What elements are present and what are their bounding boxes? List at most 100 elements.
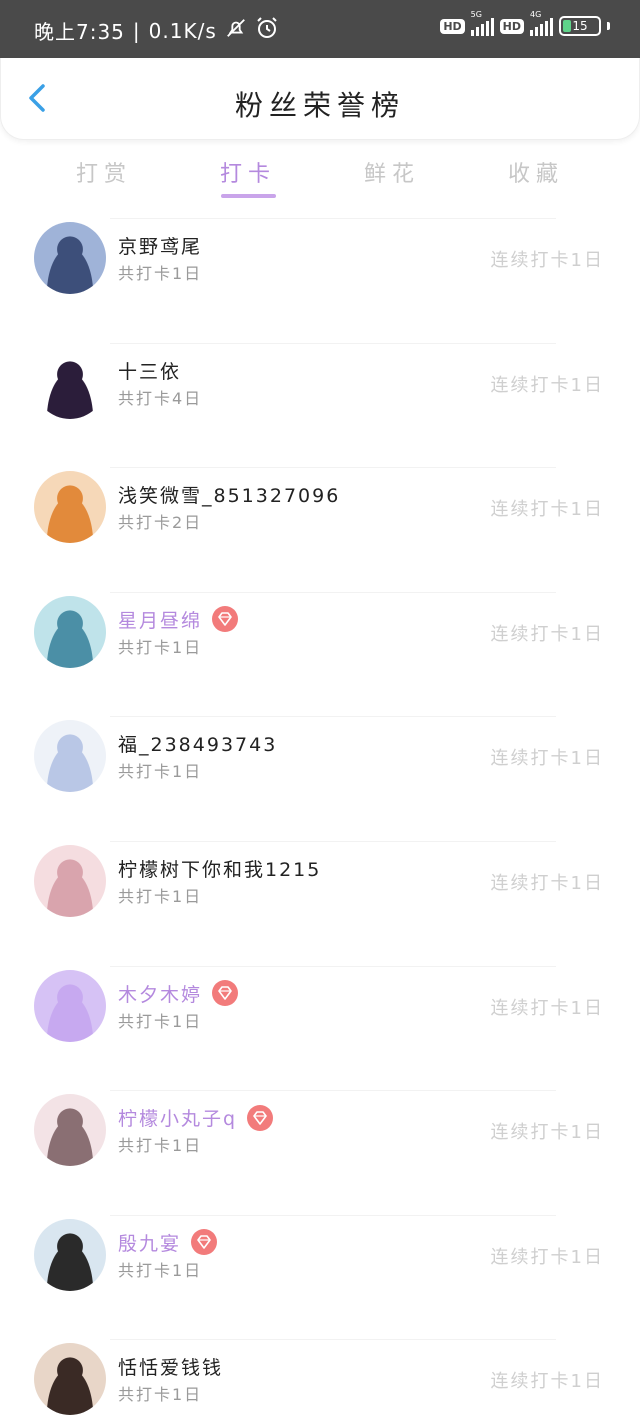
name-line: 殷九宴 [118, 1229, 218, 1256]
fan-list: 京野鸢尾 共打卡1日 连续打卡1日 十三依 共打卡4日 连续打卡1日 浅笑微雪_851327… [0, 218, 640, 1422]
mute-icon [225, 17, 247, 44]
tab-favorites[interactable]: 收藏 [486, 156, 586, 188]
total-checkins: 共打卡1日 [118, 1385, 203, 1405]
fan-row[interactable]: 浅笑微雪_851327096 共打卡2日 连续打卡1日 [0, 467, 640, 592]
total-checkins: 共打卡1日 [118, 264, 203, 283]
status-right: HD 5G HD 4G 15 [440, 10, 610, 36]
row-divider [110, 1339, 556, 1341]
alarm-icon [255, 16, 279, 45]
divider: | [132, 18, 141, 43]
fan-row[interactable]: 十三依共打卡4日 连续打卡1日 [0, 342, 640, 468]
avatar[interactable] [34, 1094, 106, 1167]
row-divider [110, 716, 556, 718]
name-line: 柠檬树下你和我1215 [118, 855, 321, 882]
row-divider [110, 591, 556, 593]
fan-name: 柠檬树下你和我1215 [118, 858, 322, 881]
diamond-badge-icon [247, 1104, 274, 1131]
name-line: 福_238493743 [118, 730, 277, 757]
name-line: 浅笑微雪_851327096 [118, 481, 340, 508]
battery-tip [607, 22, 610, 30]
net-label-2: 4G [530, 10, 542, 19]
row-divider [110, 1090, 556, 1092]
total-checkins: 共打卡1日 [118, 1136, 203, 1156]
tab-flowers[interactable]: 鲜花 [342, 156, 442, 188]
status-bar: 晚上7:35 | 0.1K/s HD 5G HD 4G 15 [0, 0, 640, 58]
name-line: 十三依 [118, 357, 181, 384]
streak-days: 连续打卡1日 [490, 1122, 604, 1144]
signal-4g-icon: 4G [530, 10, 553, 36]
avatar[interactable] [34, 969, 106, 1042]
total-checkins: 共打卡1日 [118, 1011, 203, 1031]
total-checkins: 共打卡1日 [118, 762, 203, 782]
total-checkins: 共打卡1日 [118, 637, 203, 657]
signal-5g-icon: 5G [470, 10, 494, 36]
fan-row[interactable]: 木夕木婷共打卡1日 连续打卡1日 [0, 965, 640, 1091]
total-checkins: 共打卡4日 [118, 388, 203, 408]
name-line: 京野鸢尾 [118, 232, 202, 259]
fan-name: 十三依 [118, 360, 182, 383]
tab-bar: 打赏 打卡 鲜花 收藏 [0, 146, 640, 206]
total-checkins: 共打卡1日 [118, 1260, 203, 1280]
tab-reward[interactable]: 打赏 [54, 156, 154, 188]
streak-days: 连续打卡1日 [490, 250, 604, 271]
fan-name: 浅笑微雪_851327096 [118, 485, 341, 508]
network-speed: 0.1K/s [148, 18, 217, 43]
diamond-badge-icon [212, 980, 239, 1007]
fan-name: 木夕木婷 [118, 983, 203, 1006]
avatar[interactable] [34, 720, 106, 793]
row-divider [110, 840, 556, 842]
net-label: 5G [470, 10, 482, 19]
row-divider [110, 467, 556, 469]
streak-days: 连续打卡1日 [490, 1371, 604, 1393]
tab-underline [221, 194, 276, 198]
fan-row[interactable]: 柠檬树下你和我1215 共打卡1日 连续打卡1日 [0, 840, 640, 966]
name-line: 木夕木婷 [118, 980, 239, 1007]
streak-days: 连续打卡1日 [490, 872, 604, 894]
fan-name: 星月昼绵 [118, 609, 203, 632]
avatar[interactable] [34, 471, 106, 544]
header-bar: 粉丝荣誉榜 [0, 58, 640, 140]
name-line: 恬恬爱钱钱 [118, 1353, 223, 1380]
fan-name: 福_238493743 [118, 734, 278, 757]
battery-icon: 15 [559, 16, 601, 36]
page-title: 粉丝荣誉榜 [234, 89, 405, 122]
avatar[interactable] [34, 595, 106, 668]
fan-row[interactable]: 福_238493743 共打卡1日 连续打卡1日 [0, 716, 640, 841]
fan-name: 柠檬小丸子q [118, 1108, 238, 1131]
diamond-badge-icon [212, 606, 239, 633]
fan-row[interactable]: 星月昼绵共打卡1日 连续打卡1日 [0, 591, 640, 717]
fan-row[interactable]: 柠檬小丸子q 共打卡1日 连续打卡1日 [0, 1090, 640, 1215]
fan-row[interactable]: 京野鸢尾共打卡1日 连续打卡1日 [0, 218, 640, 343]
avatar[interactable] [34, 346, 106, 419]
hd-badge-2: HD [499, 18, 524, 34]
streak-days: 连续打卡1日 [490, 499, 604, 521]
tab-checkin[interactable]: 打卡 [198, 156, 298, 188]
diamond-badge-icon [191, 1229, 218, 1256]
avatar[interactable] [34, 222, 106, 294]
avatar[interactable] [34, 1218, 106, 1291]
streak-days: 连续打卡1日 [490, 1246, 604, 1268]
avatar[interactable] [34, 1343, 106, 1416]
fan-name: 京野鸢尾 [118, 236, 203, 258]
streak-days: 连续打卡1日 [490, 623, 604, 645]
streak-days: 连续打卡1日 [490, 748, 604, 770]
fan-name: 恬恬爱钱钱 [118, 1357, 224, 1380]
total-checkins: 共打卡1日 [118, 886, 203, 906]
row-divider [110, 218, 556, 219]
avatar[interactable] [34, 844, 106, 917]
row-divider [110, 1214, 556, 1216]
streak-days: 连续打卡1日 [490, 374, 604, 396]
name-line: 柠檬小丸子q [118, 1104, 274, 1131]
fan-row[interactable]: 殷九宴共打卡1日 连续打卡1日 [0, 1214, 640, 1340]
status-left: 晚上7:35 | 0.1K/s [34, 16, 279, 45]
fan-row[interactable]: 恬恬爱钱钱共打卡1日 连续打卡1日 [0, 1339, 640, 1422]
name-line: 星月昼绵 [118, 606, 239, 633]
fan-name: 殷九宴 [118, 1232, 182, 1255]
total-checkins: 共打卡2日 [118, 513, 203, 533]
hd-badge: HD [440, 18, 465, 34]
clock: 晚上7:35 [34, 20, 125, 44]
streak-days: 连续打卡1日 [490, 997, 604, 1019]
row-divider [110, 965, 556, 967]
battery-level: 15 [572, 19, 588, 33]
row-divider [110, 342, 556, 344]
